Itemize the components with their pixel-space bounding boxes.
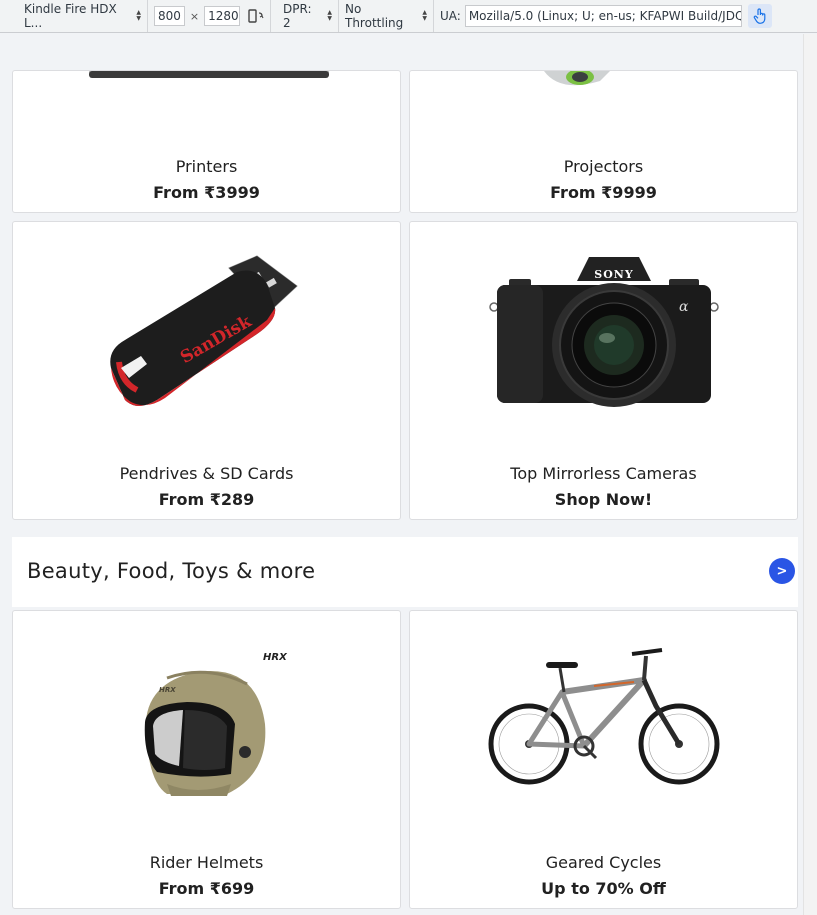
card-price: From ₹3999 [153,183,260,202]
product-card-projectors[interactable]: Projectors From ₹9999 [409,70,798,213]
card-price: From ₹699 [158,879,255,898]
ua-label: UA: [440,9,461,23]
section-header: Beauty, Food, Toys & more > [12,537,798,607]
dpr-select[interactable]: DPR: 2 ▲ ▼ [271,0,339,32]
page-scrollbar[interactable] [803,34,817,915]
hrx-logo: HRX [159,686,176,694]
device-toolbar: Kindle Fire HDX L... ▲ ▼ 800 × 1280 DPR: … [0,0,817,33]
projector-image [540,71,620,93]
height-input[interactable]: 1280 [204,6,241,26]
times-label: × [189,9,200,23]
sony-logo: SONY [594,268,633,281]
helmet-image: HRX HRX [13,611,400,826]
rotate-icon[interactable] [248,9,264,23]
select-arrows-icon: ▲ ▼ [422,9,427,22]
card-title: Printers [175,157,238,176]
product-card-pendrives[interactable]: SanDisk Pendrives & SD Cards From ₹289 [12,221,401,520]
card-title: Rider Helmets [149,853,264,872]
hand-pointer-icon [753,8,766,24]
card-title: Pendrives & SD Cards [119,464,294,483]
page-viewport: Printers From ₹3999 Projectors From ₹999… [0,34,817,915]
printer-image [89,71,329,83]
card-price: From ₹9999 [550,183,657,202]
product-card-printers[interactable]: Printers From ₹3999 [12,70,401,213]
hrx-logo: HRX [263,652,288,663]
product-card-cycles[interactable]: Geared Cycles Up to 70% Off [409,610,798,909]
touch-toggle-button[interactable] [747,4,772,28]
card-price: From ₹289 [158,490,255,509]
throttling-select[interactable]: No Throttling ▲ ▼ [339,0,434,32]
select-arrows-icon: ▲ ▼ [136,9,141,22]
alpha-logo: α [679,299,689,315]
product-card-helmets[interactable]: HRX HRX Rider Helmets From ₹699 [12,610,401,909]
card-title: Top Mirrorless Cameras [510,464,697,483]
dimensions-group: 800 × 1280 [148,0,271,32]
device-select[interactable]: Kindle Fire HDX L... ▲ ▼ [0,0,148,32]
cycle-image [410,611,797,826]
throttling-label: No Throttling [345,2,404,30]
section-next-button[interactable]: > [769,558,795,584]
section-title: Beauty, Food, Toys & more [27,559,316,583]
width-input[interactable]: 800 [154,6,185,26]
card-title: Projectors [563,157,644,176]
card-price: Shop Now! [554,490,653,509]
card-price: Up to 70% Off [541,879,666,898]
user-agent-input[interactable]: Mozilla/5.0 (Linux; U; en-us; KFAPWI Bui… [464,5,742,27]
select-arrows-icon: ▲ ▼ [327,9,332,22]
card-title: Geared Cycles [545,853,662,872]
product-card-cameras[interactable]: SONY α Top Mirrorless Cameras Shop Now! [409,221,798,520]
dpr-label: DPR: 2 [283,2,312,30]
device-name: Kindle Fire HDX L... [24,2,117,30]
camera-image: SONY α [410,222,797,437]
ua-group: UA: Mozilla/5.0 (Linux; U; en-us; KFAPWI… [434,0,772,32]
pendrive-image: SanDisk [13,222,400,437]
